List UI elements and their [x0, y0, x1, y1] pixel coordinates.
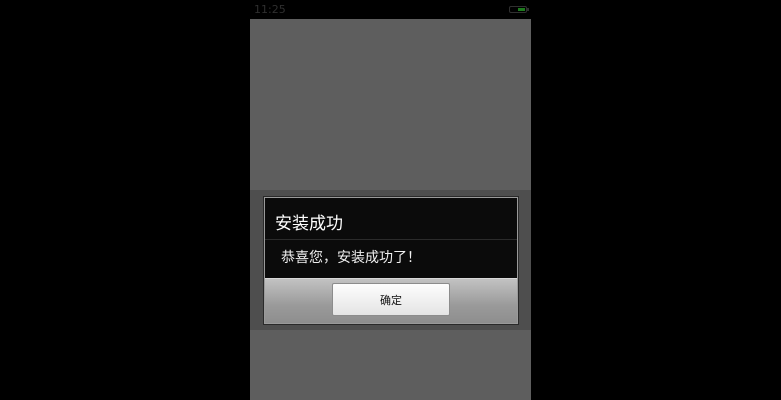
- ok-button[interactable]: 确定: [332, 283, 450, 316]
- dialog-message: 恭喜您，安装成功了！: [281, 250, 421, 266]
- battery-level-fill: [518, 8, 525, 11]
- phone-screen: 11:25 安装成功 恭喜您，安装成功了！ 确定: [250, 0, 531, 400]
- battery-icon: [509, 6, 529, 13]
- dialog-button-bar: 确定: [265, 278, 517, 323]
- dialog-divider: [265, 239, 517, 240]
- status-bar: 11:25: [250, 0, 531, 19]
- dialog-title: 安装成功: [275, 214, 343, 234]
- alert-dialog: 安装成功 恭喜您，安装成功了！ 确定: [264, 197, 518, 324]
- status-time: 11:25: [254, 3, 286, 16]
